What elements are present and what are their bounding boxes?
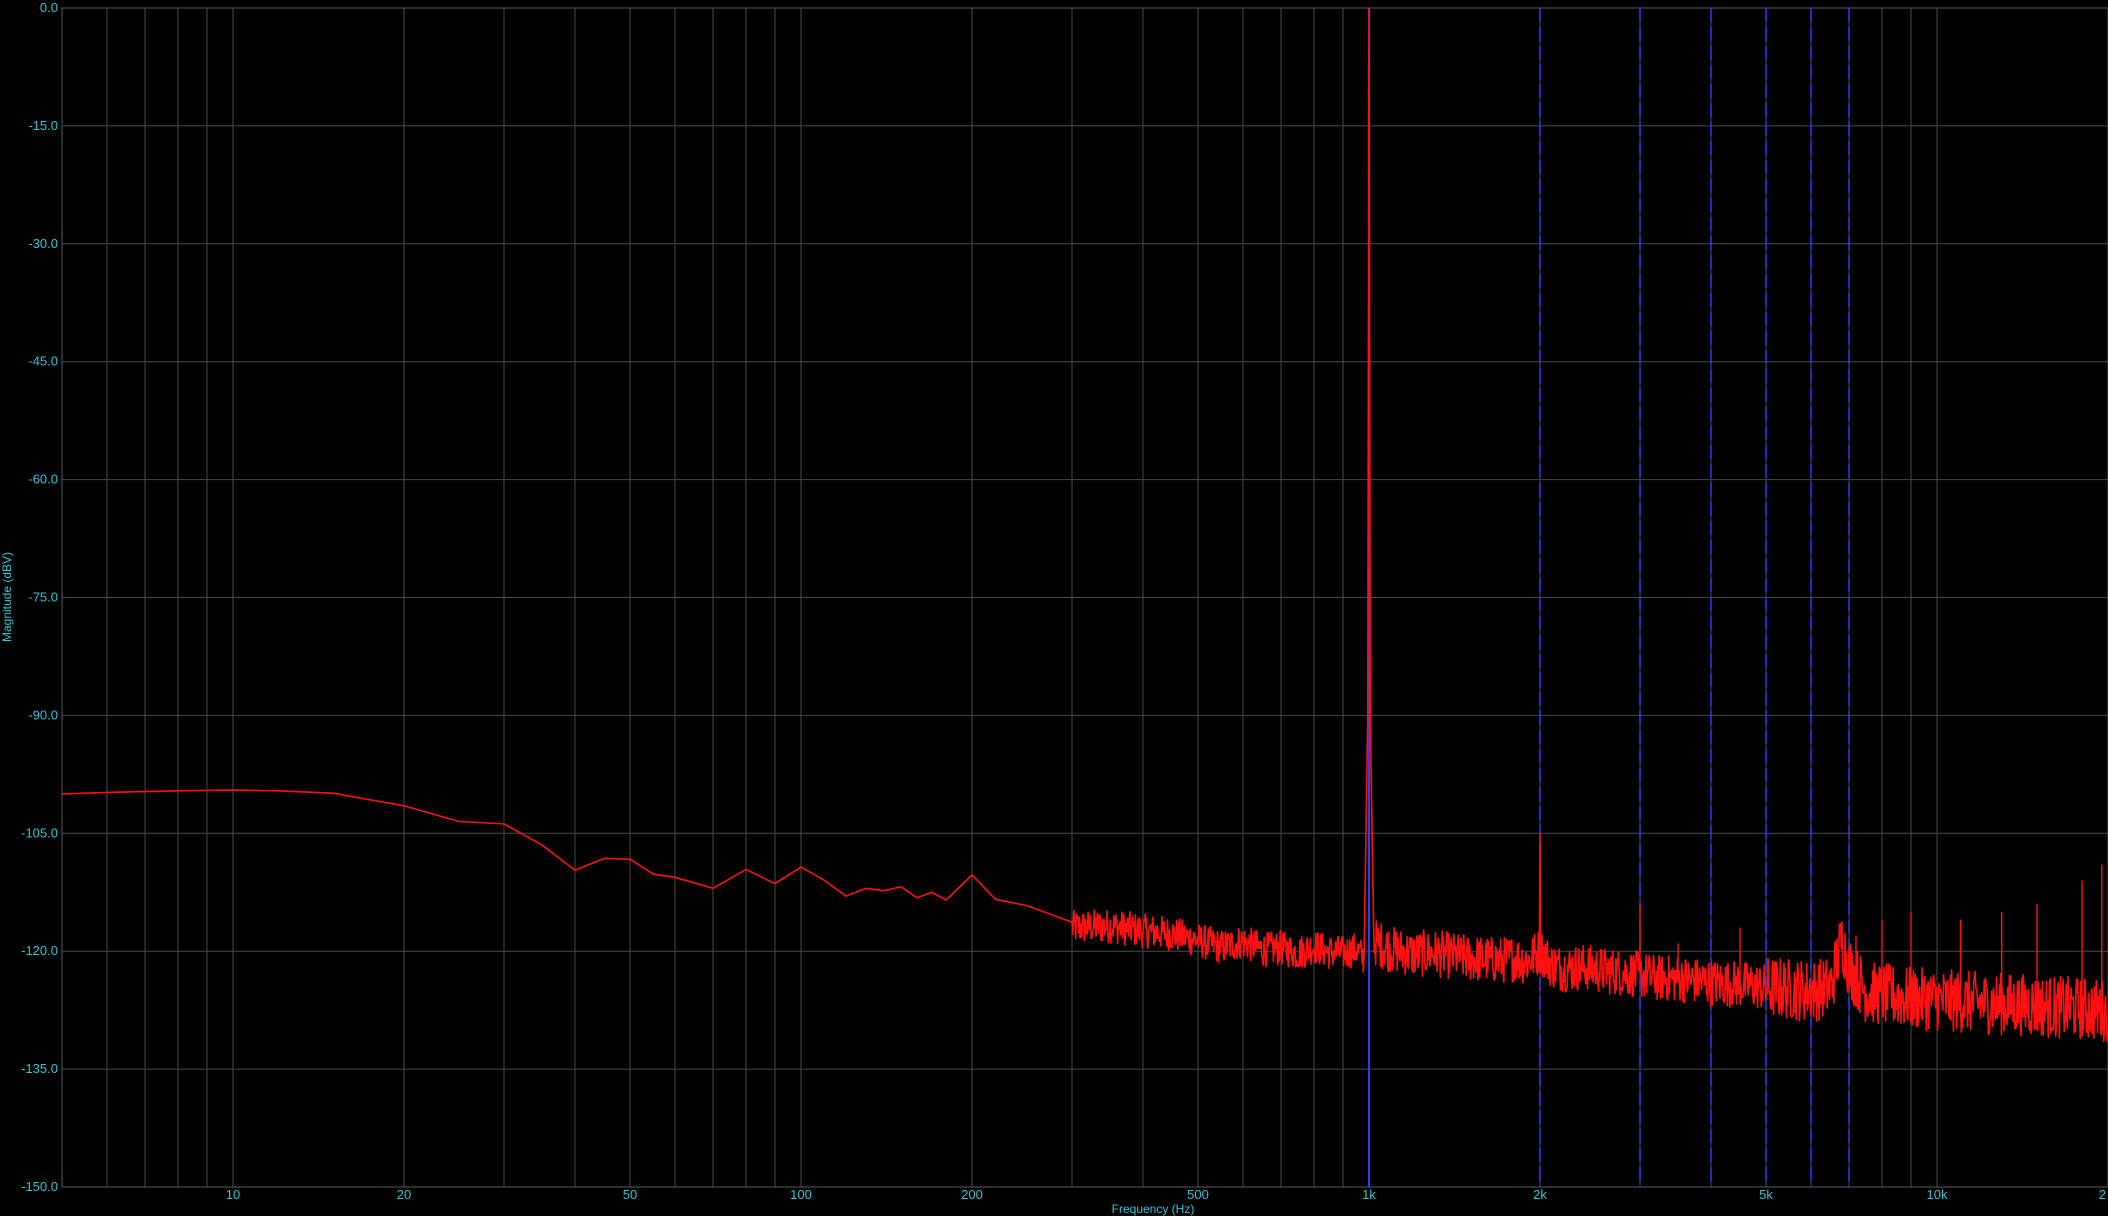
x-tick-label: 500 (1187, 1187, 1209, 1202)
y-tick-label: -45.0 (28, 354, 58, 369)
y-axis-title: Magnitude (dBV) (0, 552, 14, 642)
x-tick-label: 2k (1533, 1187, 1547, 1202)
x-tick-labels: 10 20 50 100 200 500 1k 2k 5k 10k 2 (226, 1187, 2106, 1202)
y-tick-label: -15.0 (28, 118, 58, 133)
x-tick-label: 10k (1927, 1187, 1948, 1202)
x-axis-title: Frequency (Hz) (1112, 1202, 1195, 1216)
y-tick-label: -30.0 (28, 236, 58, 251)
x-tick-label: 50 (623, 1187, 637, 1202)
y-tick-label: -60.0 (28, 472, 58, 487)
x-tick-label: 1k (1362, 1187, 1376, 1202)
spectrum-chart: 0.0 -15.0 -30.0 -45.0 -60.0 -75.0 -90.0 -105.0 -… (0, 0, 2108, 1216)
x-tick-label: 20 (397, 1187, 411, 1202)
y-tick-label: -150.0 (21, 1179, 58, 1194)
y-tick-label: -135.0 (21, 1061, 58, 1076)
y-tick-label: -75.0 (28, 590, 58, 605)
y-tick-label: -120.0 (21, 943, 58, 958)
x-tick-label: 200 (961, 1187, 983, 1202)
y-tick-label: -105.0 (21, 825, 58, 840)
y-tick-labels: 0.0 -15.0 -30.0 -45.0 -60.0 -75.0 -90.0 -105.0 -… (21, 0, 58, 1194)
x-tick-label: 5k (1759, 1187, 1773, 1202)
x-tick-label: 2 (2099, 1187, 2106, 1202)
x-tick-label: 100 (790, 1187, 812, 1202)
x-tick-label: 10 (226, 1187, 240, 1202)
y-tick-label: 0.0 (40, 0, 58, 15)
y-tick-label: -90.0 (28, 707, 58, 722)
